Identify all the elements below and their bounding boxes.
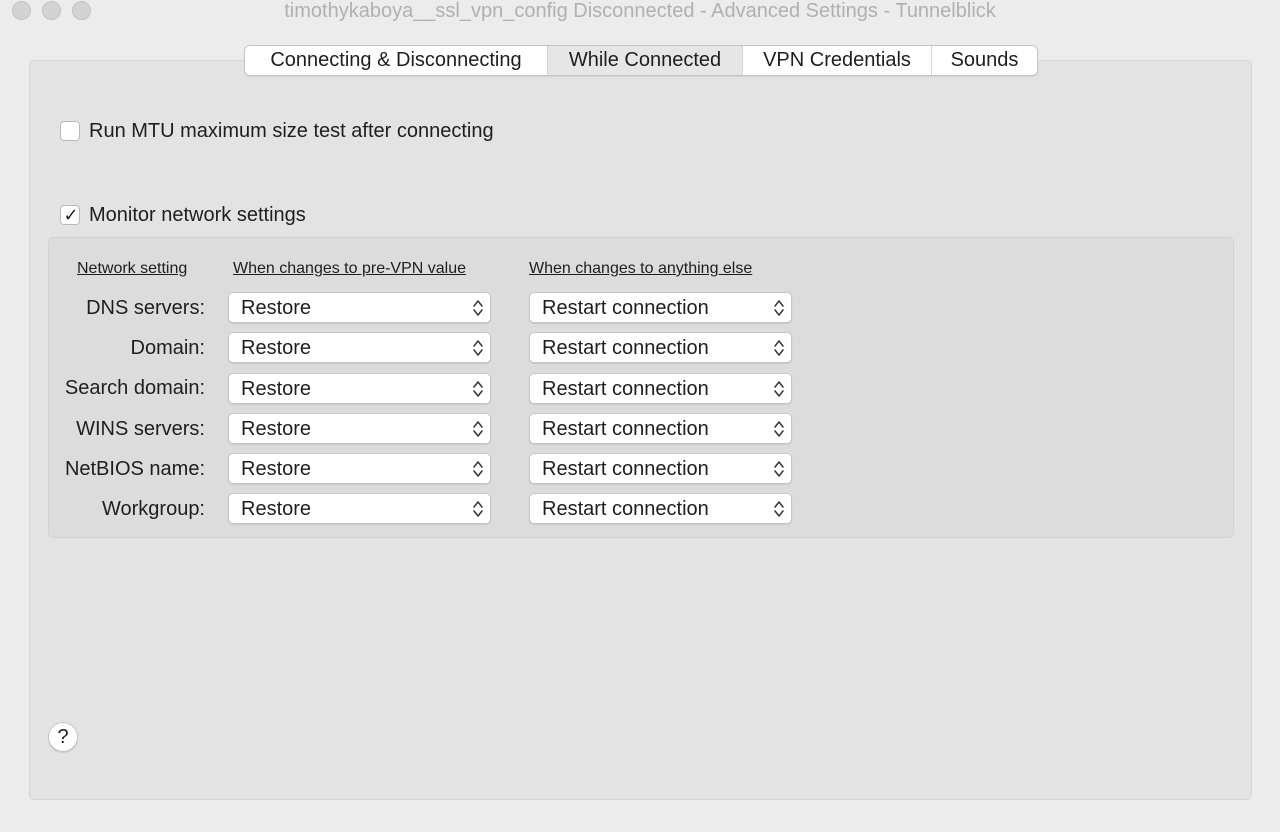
monitor-network-checkbox[interactable]: ✓ [60,205,80,225]
row-label-netbios-name: NetBIOS name: [64,458,205,480]
chevron-up-down-icon [774,300,784,316]
search-domain-anything-else-popup[interactable]: Restart connection [529,373,792,404]
popup-value: Restart connection [542,458,709,480]
popup-value: Restore [241,458,312,480]
netbios-name-anything-else-popup[interactable]: Restart connection [529,453,792,484]
checkmark-icon: ✓ [63,205,79,225]
row-label-search-domain: Search domain: [64,377,205,399]
dns-servers-anything-else-popup[interactable]: Restart connection [529,292,792,323]
chevron-up-down-icon [774,381,784,397]
popup-value: Restore [241,498,312,520]
chevron-up-down-icon [473,300,483,316]
popup-value: Restore [241,337,312,359]
chevron-up-down-icon [774,501,784,517]
popup-value: Restart connection [542,418,709,440]
chevron-up-down-icon [774,461,784,477]
popup-value: Restore [241,378,312,400]
help-button[interactable]: ? [48,722,78,752]
monitor-network-option[interactable]: ✓ Monitor network settings [60,203,306,227]
mtu-test-checkbox[interactable] [60,121,80,141]
workgroup-pre-vpn-popup[interactable]: Restore [228,493,491,524]
popup-value: Restore [241,297,312,319]
header-anything-else: When changes to anything else [529,260,753,277]
domain-anything-else-popup[interactable]: Restart connection [529,332,792,363]
wins-servers-pre-vpn-popup[interactable]: Restore [228,413,491,444]
chevron-up-down-icon [473,461,483,477]
header-network-setting: Network setting [77,260,188,277]
mtu-test-option[interactable]: Run MTU maximum size test after connecti… [60,119,494,143]
chevron-up-down-icon [774,340,784,356]
tab-vpn-credentials[interactable]: VPN Credentials [743,46,932,75]
row-label-dns-servers: DNS servers: [86,297,205,319]
netbios-name-pre-vpn-popup[interactable]: Restore [228,453,491,484]
workgroup-anything-else-popup[interactable]: Restart connection [529,493,792,524]
tab-while-connected[interactable]: While Connected [548,46,743,75]
chevron-up-down-icon [774,421,784,437]
dns-servers-pre-vpn-popup[interactable]: Restore [228,292,491,323]
popup-value: Restart connection [542,378,709,400]
window-title: timothykaboya__ssl_vpn_config Disconnect… [284,0,996,22]
header-pre-vpn-value: When changes to pre-VPN value [233,260,467,277]
domain-pre-vpn-popup[interactable]: Restore [228,332,491,363]
title-bar: timothykaboya__ssl_vpn_config Disconnect… [0,0,1280,24]
popup-value: Restart connection [542,337,709,359]
popup-value: Restore [241,418,312,440]
tab-bar: Connecting & Disconnecting While Connect… [244,45,1038,76]
wins-servers-anything-else-popup[interactable]: Restart connection [529,413,792,444]
row-label-wins-servers: WINS servers: [76,418,205,440]
row-label-workgroup: Workgroup: [101,498,205,520]
search-domain-pre-vpn-popup[interactable]: Restore [228,373,491,404]
tab-sounds[interactable]: Sounds [932,46,1037,75]
monitor-network-label[interactable]: Monitor network settings [89,204,306,227]
chevron-up-down-icon [473,501,483,517]
mtu-test-label[interactable]: Run MTU maximum size test after connecti… [89,120,494,143]
tab-connecting-disconnecting[interactable]: Connecting & Disconnecting [245,46,548,75]
popup-value: Restart connection [542,297,709,319]
chevron-up-down-icon [473,421,483,437]
advanced-settings-window: timothykaboya__ssl_vpn_config Disconnect… [0,0,1280,832]
chevron-up-down-icon [473,381,483,397]
row-label-domain: Domain: [130,337,205,359]
popup-value: Restart connection [542,498,709,520]
chevron-up-down-icon [473,340,483,356]
